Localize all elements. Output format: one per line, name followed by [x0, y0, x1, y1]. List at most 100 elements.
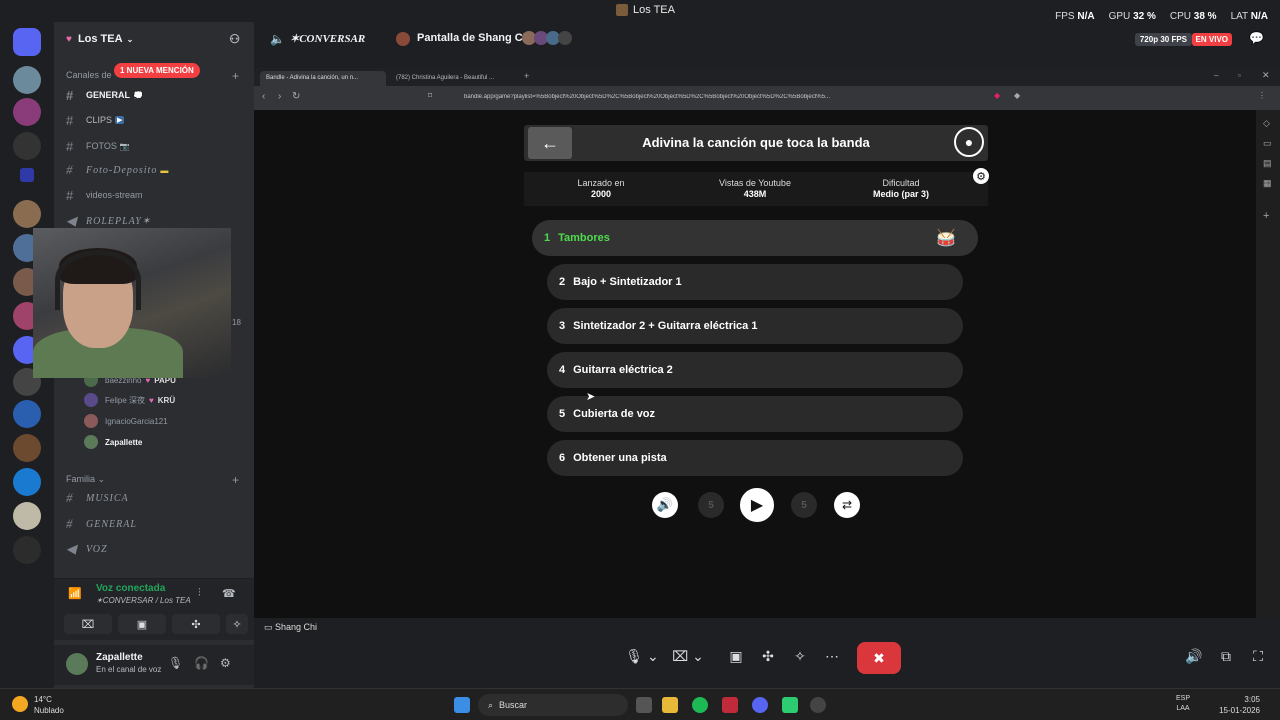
server-icon[interactable] [13, 434, 41, 462]
server-icon[interactable] [13, 200, 41, 228]
app-icon[interactable] [782, 697, 798, 713]
gear-icon[interactable]: ⚙ [220, 656, 231, 670]
channel-videos-stream[interactable]: # videos-stream [66, 186, 143, 204]
microphone-icon[interactable]: 🎙 [168, 656, 183, 670]
reload-icon[interactable]: ↻ [292, 91, 300, 102]
settings-gear-icon[interactable]: ⚙ [973, 168, 989, 184]
skip-forward-button[interactable]: 5 [791, 492, 817, 518]
maximize-icon[interactable]: ▫ [1238, 71, 1241, 80]
noise-suppression-icon[interactable]: ⫶ [198, 587, 201, 600]
avatar[interactable] [66, 653, 88, 675]
spotify-icon[interactable] [692, 697, 708, 713]
track-vocals[interactable]: 5 Cubierta de voz [547, 396, 963, 432]
voice-user[interactable]: Zapallette [84, 434, 142, 450]
bookmark-icon[interactable]: ⌑ [428, 91, 432, 100]
server-icon[interactable] [13, 536, 41, 564]
taskbar-search[interactable]: ⌕ Buscar [478, 694, 628, 716]
leave-call-button[interactable]: ✖ [857, 642, 901, 674]
microphone-toggle[interactable]: 🎙 ⌄ [622, 640, 662, 672]
chrome-icon[interactable] [810, 697, 826, 713]
discord-icon[interactable] [752, 697, 768, 713]
browser-tab-bandle[interactable]: Bandle - Adivina la canción, un n... [260, 71, 386, 86]
play-button[interactable]: ▶ [738, 486, 776, 524]
taskbar-clock[interactable]: 3:05 15-01-2026 [1219, 694, 1260, 716]
track-guitar[interactable]: 4 Guitarra eléctrica 2 [547, 352, 963, 388]
skip-back-button[interactable]: 5 [698, 492, 724, 518]
camera-toggle-button[interactable]: ⌧ [64, 614, 112, 634]
server-icon[interactable] [13, 468, 41, 496]
minimize-icon[interactable]: – [1214, 71, 1218, 80]
server-icon[interactable] [13, 98, 41, 126]
volume-icon[interactable]: 🔊 [652, 492, 678, 518]
url-field[interactable]: bandle.app/game?playlist=%5Bobject%20Obj… [464, 94, 914, 100]
forward-arrow-icon[interactable]: › [278, 91, 281, 102]
weather-widget[interactable]: 14°C Nublado [34, 694, 64, 716]
more-options-icon[interactable]: ⋯ [820, 640, 844, 672]
track-bass-synth[interactable]: 2 Bajo + Sintetizador 1 [547, 264, 963, 300]
add-member-icon[interactable]: ⚇ [229, 32, 240, 46]
voice-user[interactable]: Felipe 深夜 ♥ KRÜ [84, 392, 175, 408]
bandle-title: Adivina la canción que toca la banda [642, 135, 870, 150]
viewer-avatars[interactable] [522, 31, 582, 47]
add-channel-icon[interactable]: + [232, 69, 239, 83]
discord-home-icon[interactable] [13, 28, 41, 56]
server-icon[interactable] [13, 132, 41, 160]
soundboard-button[interactable]: ✧ [226, 614, 248, 634]
language-indicator[interactable]: ESP LAA [1176, 694, 1190, 714]
sidebar-tool-icon[interactable]: ▭ [1263, 138, 1272, 149]
track-synth-guitar[interactable]: 3 Sintetizador 2 + Guitarra eléctrica 1 [547, 308, 963, 344]
channel-general-familia[interactable]: # GENERAL [66, 515, 137, 533]
profile-button[interactable]: ● [954, 127, 984, 157]
extension-icon[interactable]: ◆ [1014, 91, 1020, 100]
camera-toggle[interactable]: ⌧ ⌄ [668, 640, 708, 672]
screen-share-icon[interactable]: ▣ [724, 640, 748, 672]
screen-share-button[interactable]: ▣ [118, 614, 166, 634]
mention-badge[interactable]: 1 NUEVA MENCIÓN [114, 63, 200, 78]
shuffle-icon[interactable]: ⇄ [834, 492, 860, 518]
new-tab-icon[interactable]: + [524, 71, 529, 81]
app-icon[interactable] [722, 697, 738, 713]
back-arrow-icon[interactable]: ‹ [262, 91, 265, 102]
voice-channel[interactable]: ✶CONVERSAR / Los TEA [96, 596, 191, 605]
activities-button[interactable]: ✣ [172, 614, 220, 634]
voice-user[interactable]: IgnacioGarcia121 [84, 413, 168, 429]
category-channels[interactable]: Canales de + [66, 69, 239, 83]
server-icon[interactable] [20, 168, 34, 182]
category-familia[interactable]: Familia ⌄ + [66, 473, 239, 487]
menu-icon[interactable]: ⋮ [1258, 91, 1266, 100]
task-view-icon[interactable] [636, 697, 652, 713]
soundboard-icon[interactable]: ✧ [788, 640, 812, 672]
add-icon[interactable]: + [1263, 210, 1269, 222]
server-icon[interactable] [13, 66, 41, 94]
file-explorer-icon[interactable] [662, 697, 678, 713]
disconnect-icon[interactable]: ☎ [222, 587, 236, 600]
channel-voz[interactable]: ◀ VOZ [66, 540, 108, 558]
channel-foto-deposito[interactable]: # Foto-Deposito ▬ [66, 161, 169, 179]
track-hint[interactable]: 6 Obtener una pista [547, 440, 963, 476]
extension-icon[interactable]: ◆ [994, 91, 1000, 100]
sidebar-tool-icon[interactable]: ◇ [1263, 118, 1270, 129]
pop-out-icon[interactable]: ⧉ [1214, 640, 1238, 672]
start-icon[interactable] [454, 697, 470, 713]
add-channel-icon[interactable]: + [232, 473, 239, 487]
signal-icon: 📶 [68, 588, 82, 600]
sidebar-tool-icon[interactable]: ▤ [1263, 158, 1272, 169]
chat-icon[interactable]: 💬 [1249, 31, 1264, 45]
user-name[interactable]: Zapallette [96, 652, 143, 663]
server-icon[interactable] [13, 400, 41, 428]
voice-status[interactable]: Voz conectada [96, 583, 165, 594]
close-icon[interactable]: ✕ [1262, 70, 1270, 81]
activities-icon[interactable]: ✣ [756, 640, 780, 672]
channel-general[interactable]: # GENERAL 💭 [66, 86, 143, 104]
fullscreen-icon[interactable]: ⛶ [1246, 640, 1270, 672]
headphones-icon[interactable]: 🎧 [194, 656, 209, 670]
server-icon[interactable] [13, 502, 41, 530]
sidebar-tool-icon[interactable]: ▦ [1263, 178, 1272, 189]
channel-clips[interactable]: # CLIPS ▶ [66, 111, 125, 129]
channel-fotos[interactable]: # FOTOS 📷 [66, 137, 130, 155]
track-drums[interactable]: 1 Tambores 🥁 [532, 220, 978, 256]
channel-musica[interactable]: # MUSICA [66, 489, 129, 507]
server-header[interactable]: ♥ Los TEA ⌄ ⚇ [54, 22, 254, 56]
volume-icon[interactable]: 🔊 [1182, 640, 1206, 672]
browser-tab-youtube[interactable]: (782) Christina Aguilera - Beautiful ... [390, 71, 516, 86]
